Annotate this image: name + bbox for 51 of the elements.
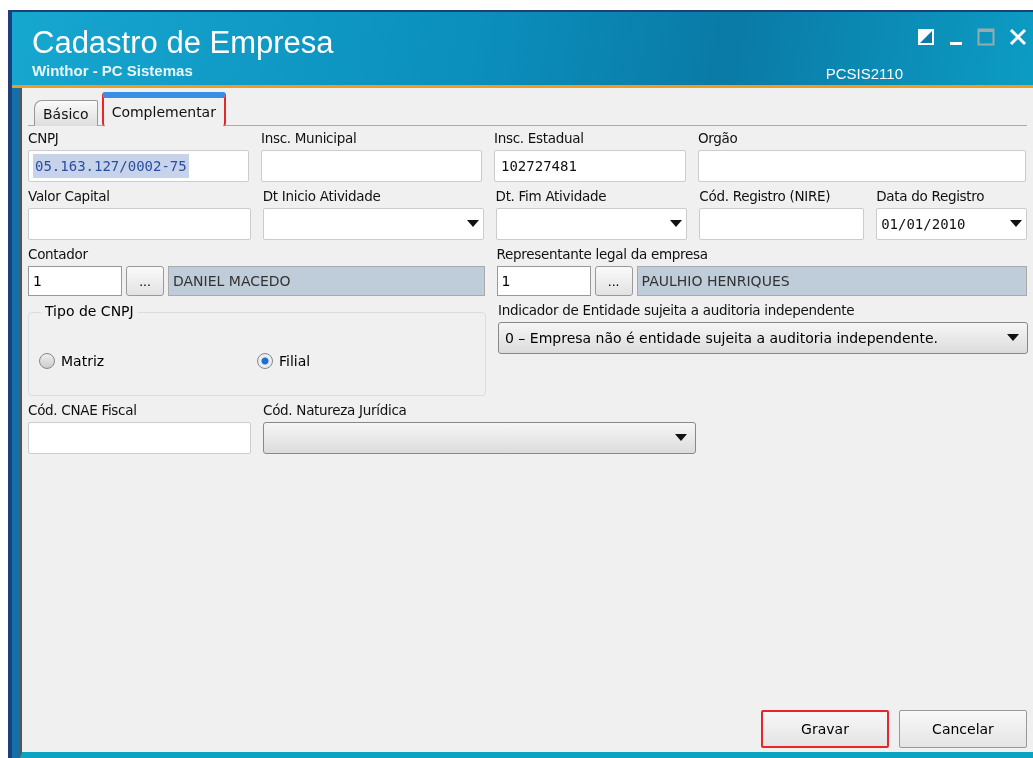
field-label: Data do Registro: [876, 188, 986, 206]
field-value: 102727481: [500, 157, 578, 176]
code-field[interactable]: 1: [496, 266, 591, 296]
radio-option[interactable]: Matriz: [39, 353, 257, 369]
date-picker[interactable]: 01/01/2010: [876, 208, 1027, 240]
window-title: Cadastro de Empresa: [32, 26, 334, 60]
dropdown-arrow-icon[interactable]: [466, 220, 479, 228]
input-field[interactable]: [28, 422, 251, 454]
tab[interactable]: Complementar: [101, 92, 226, 126]
code-field[interactable]: 1: [28, 266, 122, 296]
dropdown-arrow-icon[interactable]: [1010, 220, 1022, 228]
input-field[interactable]: [261, 150, 482, 182]
dialog-button[interactable]: Gravar: [761, 710, 889, 748]
field-label: Orgão: [698, 130, 739, 148]
field-value: 05.163.127/0002-75: [33, 154, 189, 178]
group-title: Tipo de CNPJ: [41, 303, 138, 319]
field-value: 01/01/2010: [881, 216, 967, 232]
browse-button[interactable]: ...: [126, 266, 164, 296]
radio-option[interactable]: Filial: [257, 353, 475, 369]
dropdown-arrow-icon[interactable]: [670, 220, 683, 228]
field-label: Indicador de Entidade sujeita a auditoria independente: [498, 302, 856, 320]
browse-button[interactable]: ...: [594, 266, 633, 296]
field-label: Cód. Natureza Jurídica: [263, 402, 408, 420]
dropdown[interactable]: 0 – Empresa não é entidade sujeita a auditoria independente.: [498, 322, 1028, 354]
input-field[interactable]: 05.163.127/0002-75: [28, 150, 249, 182]
input-field[interactable]: [28, 208, 251, 240]
dropdown-arrow-icon[interactable]: [675, 434, 687, 442]
window-subtitle: Winthor - PC Sistemas: [32, 62, 193, 79]
dialog-button[interactable]: Cancelar: [899, 710, 1027, 748]
name-field: PAULHIO HENRIQUES: [636, 266, 1027, 296]
field-label: Contador: [28, 246, 89, 264]
field-label: Cód. CNAE Fiscal: [28, 402, 138, 420]
input-field[interactable]: [698, 150, 1026, 182]
program-code: PCSIS2110: [825, 65, 903, 82]
tab[interactable]: Básico: [34, 100, 98, 126]
field-label: Dt. Fim Atividade: [495, 188, 608, 206]
dropdown-arrow-icon[interactable]: [1007, 334, 1019, 342]
field-label: Valor Capital: [28, 188, 111, 206]
field-label: Dt Inicio Atividade: [262, 188, 382, 206]
close-icon[interactable]: [1009, 28, 1027, 46]
radio-button[interactable]: [39, 353, 55, 369]
radio-button[interactable]: [257, 353, 273, 369]
field-label: Insc. Municipal: [261, 130, 358, 148]
input-field[interactable]: [699, 208, 865, 240]
field-label: Insc. Estadual: [494, 130, 585, 148]
field-label: Representante legal da empresa: [496, 246, 709, 264]
restore-icon[interactable]: [917, 28, 935, 46]
input-field[interactable]: 102727481: [494, 150, 686, 182]
name-field: DANIEL MACEDO: [168, 266, 485, 296]
field-label: CNPJ: [28, 130, 60, 148]
field-label: Cód. Registro (NIRE): [699, 188, 832, 206]
